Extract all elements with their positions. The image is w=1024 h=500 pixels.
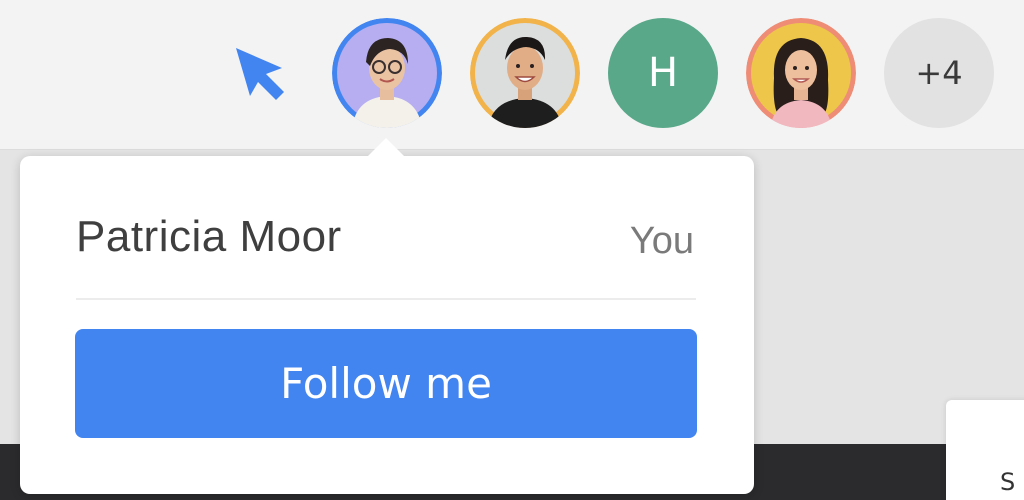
follow-me-button[interactable]: Follow me (75, 329, 697, 438)
popover-divider (76, 298, 696, 300)
popover-arrow (366, 138, 406, 158)
collaborator-photo-4 (746, 18, 856, 128)
more-collaborators-button[interactable]: +4 (884, 18, 994, 128)
avatar-initial-letter: H (647, 50, 679, 96)
overflow-count: +4 (915, 54, 963, 92)
collaborator-photo-avatar-2[interactable] (470, 18, 580, 128)
patricia-photo (332, 18, 442, 128)
collaborator-photo-avatar-4[interactable] (746, 18, 856, 128)
user-popover (20, 156, 754, 494)
self-label: You (629, 220, 694, 262)
user-name: Patricia Moor (76, 212, 342, 261)
background-card-text: S (1000, 468, 1016, 496)
patricia-avatar[interactable] (332, 18, 442, 128)
collaborator-photo-2 (470, 18, 580, 128)
collaborator-initial-avatar[interactable]: H (608, 18, 718, 128)
cursor-pointer-icon (236, 48, 284, 100)
